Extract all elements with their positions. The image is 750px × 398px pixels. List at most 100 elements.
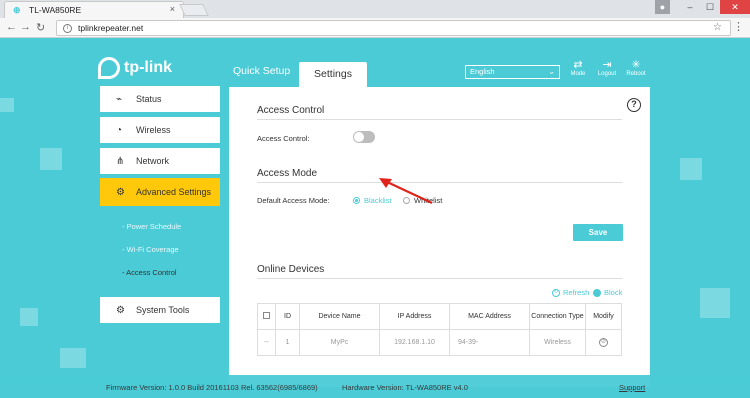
logout-icon: ⇥ — [602, 59, 612, 71]
background-decoration — [20, 308, 38, 326]
submenu-item-power-schedule[interactable]: - Power Schedule — [122, 222, 181, 231]
url-text[interactable]: tplinkrepeater.net — [78, 23, 143, 33]
column-header: Device Name — [299, 303, 380, 330]
mode-label: Mode — [570, 71, 586, 77]
pulse-icon: ⌁ — [116, 93, 123, 105]
advanced-settings-icon: ⚙ — [116, 186, 125, 198]
language-value: English — [470, 67, 495, 76]
bookmark-star-icon[interactable]: ☆ — [713, 22, 722, 33]
column-header: Modify — [585, 303, 622, 330]
gear-icon: ⚙ — [116, 304, 125, 316]
background-decoration — [60, 348, 86, 368]
access-control-label: Access Control: — [257, 134, 310, 143]
radio-blacklist[interactable]: Blacklist — [353, 196, 392, 205]
address-bar: ← → ↻ i tplinkrepeater.net ☆ ⋮ — [0, 18, 750, 38]
sidebar-item-network[interactable]: ⋔ Network — [100, 148, 220, 174]
tp-link-logo-icon — [98, 57, 120, 79]
site-info-icon[interactable]: i — [63, 23, 72, 33]
column-header: MAC Address — [449, 303, 530, 330]
block-button[interactable]: Block — [593, 288, 622, 297]
minimize-button[interactable]: ‒ — [680, 0, 700, 14]
logout-label: Logout — [597, 71, 617, 77]
reboot-label: Reboot — [626, 71, 646, 77]
hardware-version: Hardware Version: TL-WA850RE v4.0 — [342, 383, 468, 392]
submenu-item-access-control[interactable]: - Access Control — [122, 268, 177, 277]
sidebar-item-label: Status — [136, 94, 162, 104]
row-connection-type: Wireless — [529, 329, 586, 356]
row-ip-address: 192.168.1.10 — [379, 329, 450, 356]
language-select[interactable]: English ⌄ — [465, 65, 560, 79]
column-header: ID — [275, 303, 300, 330]
background-decoration — [0, 98, 14, 112]
wifi-icon: ◔ — [116, 124, 123, 136]
logo-text: tp-link — [124, 59, 172, 76]
row-check: -- — [257, 329, 276, 356]
tp-link-logo: tp-link — [98, 57, 172, 79]
section-title-online-devices: Online Devices — [257, 264, 325, 275]
window-controls: ● ‒ ☐ ✕ — [655, 0, 750, 18]
reboot-button[interactable]: ✳ Reboot — [623, 59, 649, 77]
reboot-icon: ✳ — [631, 59, 641, 71]
sidebar-item-label: Network — [136, 156, 170, 166]
help-icon[interactable]: ? — [627, 98, 641, 112]
table-row: -- 1 MyPc 192.168.1.10 94-39- Wireless ⊘ — [257, 329, 622, 356]
radio-whitelist[interactable]: Whitelist — [403, 196, 442, 205]
divider — [257, 119, 622, 120]
divider — [257, 182, 622, 183]
radio-unselected-icon — [403, 197, 410, 204]
browser-menu-icon[interactable]: ⋮ — [733, 20, 744, 33]
column-header: Connection Type — [529, 303, 586, 330]
section-title-access-mode: Access Mode — [257, 168, 318, 179]
online-devices-table: ID Device Name IP Address MAC Address Co… — [257, 303, 622, 356]
section-title-access-control: Access Control — [257, 105, 325, 116]
radio-label: Whitelist — [414, 196, 443, 205]
checkbox[interactable] — [263, 312, 270, 319]
maximize-button[interactable]: ☐ — [700, 0, 720, 14]
back-icon[interactable]: ← — [6, 21, 17, 33]
logout-button[interactable]: ⇥ Logout — [594, 59, 620, 77]
row-device-name: MyPc — [299, 329, 380, 356]
tab-quick-setup[interactable]: Quick Setup — [233, 65, 290, 77]
sidebar-item-system-tools[interactable]: ⚙ System Tools — [100, 297, 220, 323]
browser-tab-bar: ⊕ TL-WA850RE × ● ‒ ☐ ✕ — [0, 0, 750, 18]
reload-icon[interactable]: ↻ — [36, 21, 45, 34]
main-panel: ? Access Control Access Control: Access … — [229, 87, 650, 387]
browser-tab[interactable]: ⊕ TL-WA850RE × — [4, 1, 184, 18]
block-label: Block — [604, 288, 623, 297]
chevron-down-icon: ⌄ — [548, 67, 555, 76]
user-profile-icon[interactable]: ● — [655, 0, 670, 14]
close-window-button[interactable]: ✕ — [720, 0, 750, 14]
mode-button[interactable]: ⇄ Mode — [565, 59, 591, 77]
access-control-toggle[interactable] — [353, 131, 375, 143]
background-decoration — [40, 148, 62, 170]
router-page: tp-link Quick Setup Settings English ⌄ ⇄… — [0, 38, 750, 398]
block-device-icon[interactable]: ⊘ — [599, 338, 608, 347]
table-header-row: ID Device Name IP Address MAC Address Co… — [257, 303, 622, 330]
refresh-button[interactable]: ↻ Refresh — [552, 288, 589, 297]
tab-settings[interactable]: Settings — [299, 62, 367, 87]
background-decoration — [700, 288, 730, 318]
divider — [257, 278, 622, 279]
row-modify: ⊘ — [585, 329, 622, 356]
radio-label: Blacklist — [364, 196, 392, 205]
refresh-icon: ↻ — [552, 288, 560, 297]
row-id: 1 — [275, 329, 300, 356]
sidebar-item-status[interactable]: ⌁ Status — [100, 86, 220, 112]
url-field[interactable]: i tplinkrepeater.net ☆ — [56, 20, 731, 36]
close-tab-icon[interactable]: × — [170, 4, 175, 14]
new-tab-button[interactable] — [179, 4, 209, 16]
support-link[interactable]: Support — [619, 383, 645, 392]
advanced-submenu: - Power Schedule - Wi-Fi Coverage - Acce… — [100, 206, 220, 288]
refresh-label: Refresh — [563, 288, 590, 297]
row-mac-address: 94-39- — [449, 329, 530, 356]
mode-icon: ⇄ — [573, 59, 583, 71]
sidebar-item-advanced-settings[interactable]: ⚙ Advanced Settings — [100, 178, 220, 206]
default-access-mode-label: Default Access Mode: — [257, 196, 330, 205]
sidebar-item-wireless[interactable]: ◔ Wireless — [100, 117, 220, 143]
save-button[interactable]: Save — [573, 224, 623, 241]
submenu-item-wifi-coverage[interactable]: - Wi-Fi Coverage — [122, 245, 179, 254]
select-all-column[interactable] — [257, 303, 276, 330]
forward-icon[interactable]: → — [20, 21, 31, 33]
firmware-version: Firmware Version: 1.0.0 Build 20161103 R… — [106, 383, 318, 392]
sidebar-item-label: Advanced Settings — [136, 187, 212, 197]
